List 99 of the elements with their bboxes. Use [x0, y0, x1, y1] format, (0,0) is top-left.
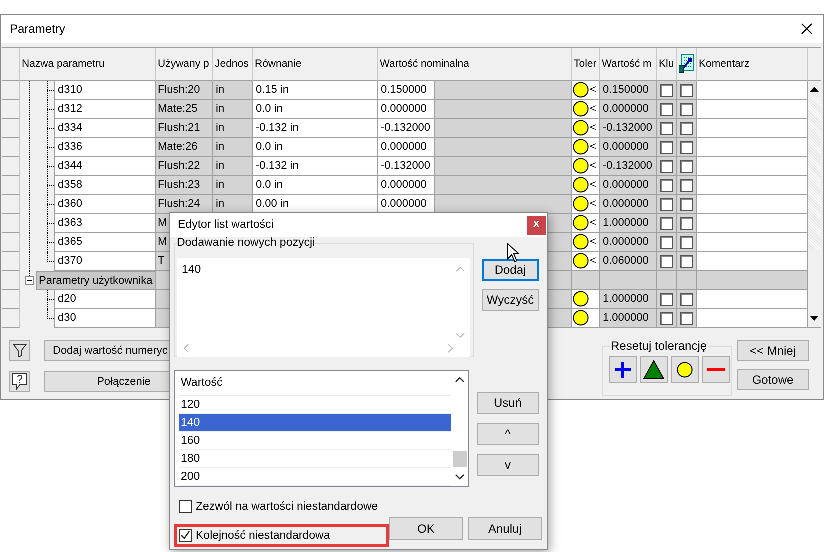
column-header[interactable]: Toler [572, 48, 600, 81]
unit-cell: in [213, 100, 253, 119]
parameter-name[interactable]: d336 [54, 138, 156, 157]
equation-cell[interactable]: -0.132 in [253, 119, 378, 138]
move-up-button[interactable]: ^ [477, 423, 539, 445]
model-value-cell: 0.060000 [600, 252, 657, 271]
window-title: Parametry [10, 22, 66, 36]
model-value-cell: -0.132000 [600, 119, 657, 138]
model-value-cell: 0.000000 [600, 195, 657, 214]
model-value-cell: 0.000000 [600, 100, 657, 119]
nominal-value-cell: 0.000000 [378, 138, 435, 157]
equation-cell[interactable]: 0.0 in [253, 100, 378, 119]
add-button[interactable]: Dodaj [482, 259, 539, 281]
parameter-name[interactable]: d360 [54, 195, 156, 214]
nominal-value-cell: 0.000000 [378, 100, 435, 119]
used-by-cell: Mate:25 [156, 100, 213, 119]
used-by-cell: Mate:26 [156, 138, 213, 157]
equation-cell[interactable]: 0.15 in [253, 81, 378, 100]
column-header[interactable]: Wartość m [600, 48, 657, 81]
parameter-name[interactable]: d20 [54, 290, 156, 309]
model-value-cell: -0.132000 [600, 157, 657, 176]
tolerance-sign: < [590, 141, 596, 153]
model-value-cell: 0.000000 [600, 138, 657, 157]
column-header[interactable]: Używany p [156, 48, 213, 81]
unit-cell: in [213, 176, 253, 195]
equation-cell[interactable]: 0.0 in [253, 138, 378, 157]
used-by-cell: Flush:20 [156, 81, 213, 100]
column-header[interactable]: Wartość [179, 371, 451, 396]
parameter-name[interactable]: d344 [54, 157, 156, 176]
model-value-cell: 0.150000 [600, 81, 657, 100]
column-header[interactable]: Równanie [253, 48, 378, 81]
column-header[interactable]: Nazwa parametru [20, 48, 156, 81]
tolerance-sign: < [590, 122, 596, 134]
column-header[interactable]: Jednos [213, 48, 253, 81]
parameter-name[interactable]: d363 [54, 214, 156, 233]
column-header[interactable]: Klu [657, 48, 677, 81]
equation-cell[interactable]: 0.0 in [253, 176, 378, 195]
parameter-name[interactable]: d358 [54, 176, 156, 195]
model-value-cell: 0.000000 [600, 233, 657, 252]
tolerance-sign: < [590, 179, 596, 191]
less-button[interactable]: << Mniej [737, 340, 809, 361]
remove-button[interactable]: Usuń [477, 392, 539, 414]
cancel-button[interactable]: Anuluj [468, 517, 542, 540]
used-by-cell: Flush:23 [156, 176, 213, 195]
tolerance-cell[interactable]: < [572, 138, 600, 157]
used-by-cell: Flush:22 [156, 157, 213, 176]
parameter-name[interactable]: d370 [54, 252, 156, 271]
close-button[interactable]: x [527, 216, 546, 234]
unit-cell: in [213, 81, 253, 100]
list-item[interactable]: 160 [179, 432, 451, 450]
tolerance-cell[interactable]: < [572, 81, 600, 100]
parameter-name[interactable]: d30 [54, 309, 156, 328]
model-value-cell: 0.000000 [600, 176, 657, 195]
tolerance-cell[interactable]: < [572, 119, 600, 138]
tolerance-sign: < [590, 217, 596, 229]
model-value-cell: 1.000000 [600, 290, 657, 309]
nominal-value-cell: -0.132000 [378, 157, 435, 176]
list-item[interactable]: 200 [179, 468, 451, 486]
done-button[interactable]: Gotowe [737, 369, 809, 390]
list-item[interactable]: 180 [179, 450, 451, 468]
ok-button[interactable]: OK [389, 517, 464, 540]
checkbox-label[interactable]: Zezwól na wartości niestandardowe [196, 500, 378, 512]
move-down-button[interactable]: v [477, 454, 539, 476]
group-label: Dodawanie nowych pozycji [177, 237, 316, 249]
nominal-value-cell: -0.132000 [378, 119, 435, 138]
tolerance-cell[interactable]: < [572, 233, 600, 252]
parameter-name[interactable]: d312 [54, 100, 156, 119]
tolerance-cell[interactable]: < [572, 100, 600, 119]
model-value-cell: 1.000000 [600, 309, 657, 328]
model-value-cell: 1.000000 [600, 214, 657, 233]
tolerance-sign: < [590, 103, 596, 115]
nominal-value-cell: 0.150000 [378, 81, 435, 100]
tolerance-sign: < [590, 236, 596, 248]
parameter-name[interactable]: d310 [54, 81, 156, 100]
group-label[interactable]: Parametry użytkownika [36, 271, 156, 290]
parameter-name[interactable]: d334 [54, 119, 156, 138]
tolerance-cell[interactable]: < [572, 176, 600, 195]
used-by-cell: Flush:21 [156, 119, 213, 138]
tolerance-sign: < [590, 160, 596, 172]
used-by-cell: Flush:24 [156, 195, 213, 214]
unit-cell: in [213, 119, 253, 138]
tolerance-cell[interactable]: < [572, 195, 600, 214]
tolerance-cell[interactable]: < [572, 252, 600, 271]
tolerance-sign: < [590, 255, 596, 267]
tolerance-cell[interactable]: < [572, 214, 600, 233]
tolerance-cell[interactable]: < [572, 157, 600, 176]
parameter-name[interactable]: d365 [54, 233, 156, 252]
group-label: Resetuj tolerancję [610, 339, 708, 353]
tolerance-sign: < [590, 198, 596, 210]
clear-button[interactable]: Wyczyść [482, 289, 539, 311]
list-item[interactable]: 140 [179, 414, 451, 432]
column-header[interactable]: Wartość nominalna [378, 48, 572, 81]
nominal-value-cell: 0.000000 [378, 176, 435, 195]
equation-cell[interactable]: -0.132 in [253, 157, 378, 176]
tolerance-sign: < [590, 84, 596, 96]
unit-cell: in [213, 138, 253, 157]
unit-cell: in [213, 157, 253, 176]
checkbox-label[interactable]: Kolejność niestandardowa [196, 530, 330, 542]
column-header[interactable]: Komentarz [697, 48, 808, 81]
